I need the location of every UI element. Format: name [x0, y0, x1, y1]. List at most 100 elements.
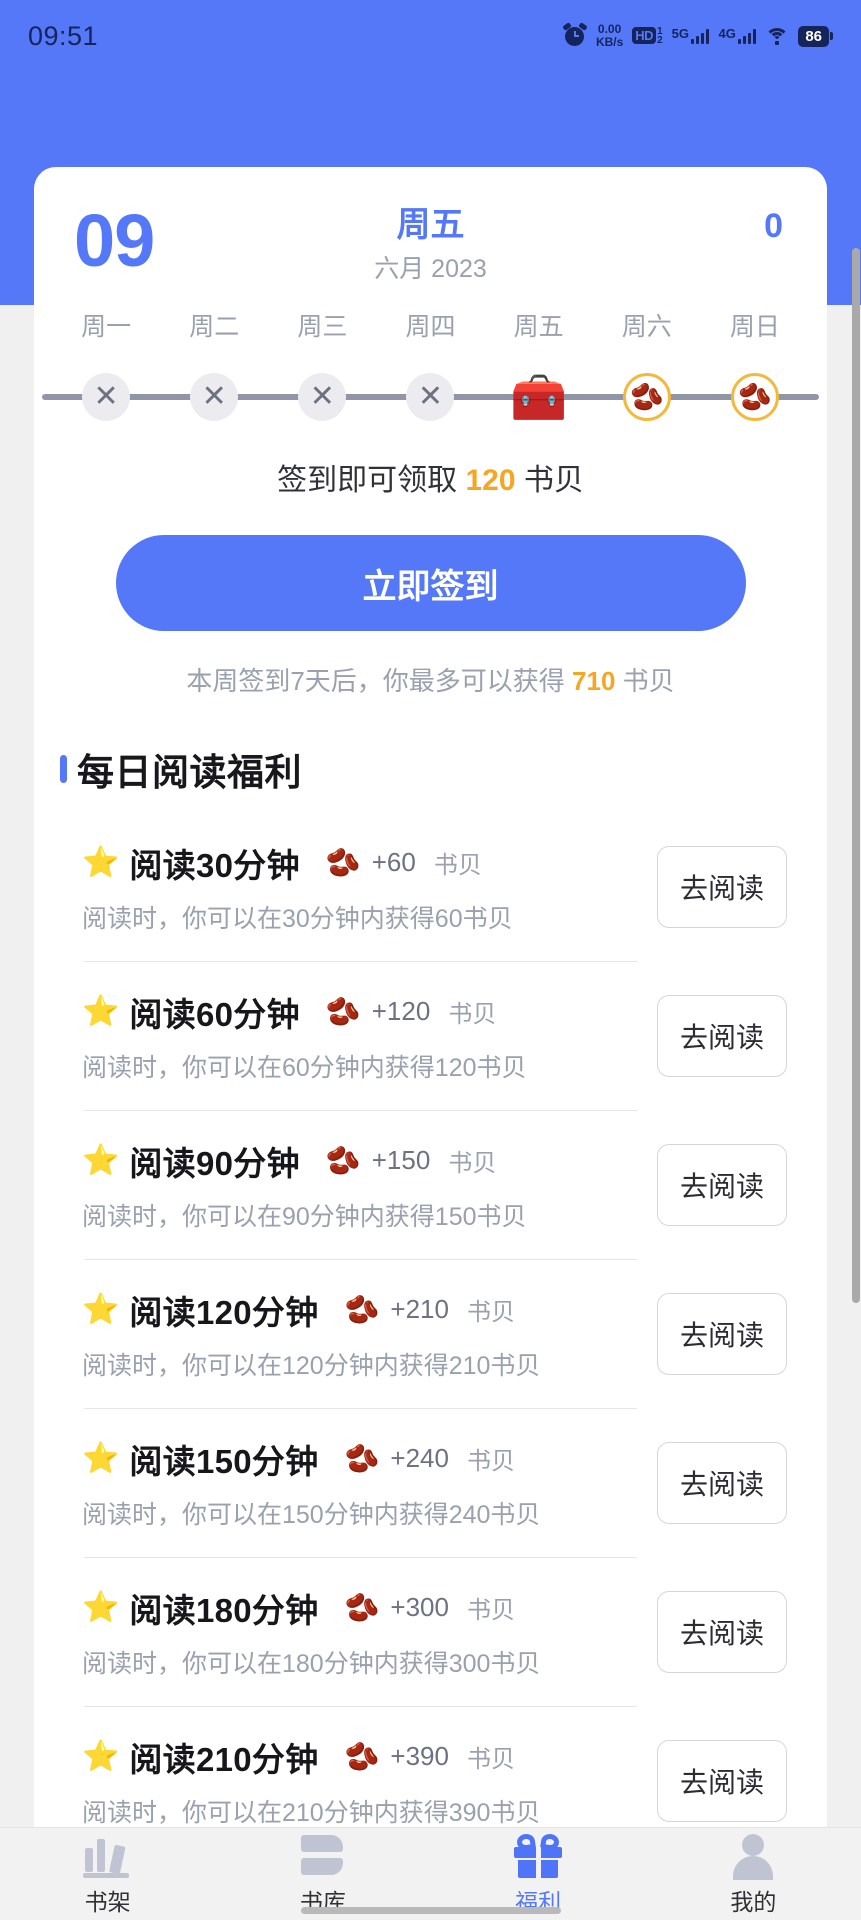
week-label-sun: 周日	[729, 313, 780, 341]
go-read-button[interactable]: 去阅读	[657, 1590, 787, 1673]
row-content: ⭐ 阅读30分钟 🫘 +60 书贝 阅读时，你可以在30分钟内获得60书贝	[60, 839, 657, 935]
row-reward-amount: +120	[371, 996, 431, 1026]
row-reward-unit: 书贝	[433, 852, 482, 879]
go-read-button[interactable]: 去阅读	[657, 994, 787, 1077]
row-divider	[84, 1259, 637, 1260]
row-reward-unit: 书贝	[466, 1746, 515, 1773]
go-read-button[interactable]: 去阅读	[657, 1441, 787, 1524]
checkin-date-header: 09 周五 六月 2023 0	[34, 167, 827, 297]
row-description: 阅读时，你可以在30分钟内获得60书贝	[82, 904, 513, 933]
nav-item-bookshelf[interactable]: 书架	[0, 1834, 215, 1917]
bean-coin-icon: 🫘	[730, 373, 779, 421]
star-icon: ⭐	[82, 1292, 120, 1326]
row-title-line: ⭐ 阅读180分钟 🫘 +300 书贝	[82, 1584, 657, 1632]
week-label-tue: 周二	[189, 313, 240, 341]
track-node-tue: ✕	[160, 365, 268, 429]
row-content: ⭐ 阅读120分钟 🫘 +210 书贝 阅读时，你可以在120分钟内获得210书…	[60, 1286, 657, 1382]
month-label: 六月	[374, 255, 425, 283]
gift-icon	[514, 1832, 563, 1878]
weekly-note-amount: 710	[572, 666, 616, 696]
alarm-icon	[562, 22, 588, 48]
daily-reading-section-header: 每日阅读福利	[60, 742, 827, 796]
nav-label-mine: 我的	[730, 1889, 777, 1915]
row-content: ⭐ 阅读210分钟 🫘 +390 书贝 阅读时，你可以在210分钟内获得390书…	[60, 1733, 657, 1828]
library-icon	[297, 1834, 349, 1878]
table-row: ⭐ 阅读180分钟 🫘 +300 书贝 阅读时，你可以在180分钟内获得300书…	[34, 1557, 827, 1706]
row-title: 阅读90分钟	[129, 1144, 300, 1182]
track-nodes: ✕ ✕ ✕ ✕ 🧰 🫘 🫘	[52, 365, 809, 429]
missed-x-icon: ✕	[406, 373, 455, 421]
section-title-text: 每日阅读福利	[77, 752, 302, 793]
go-read-button[interactable]: 去阅读	[657, 845, 787, 928]
star-icon: ⭐	[82, 1441, 120, 1475]
date-middle-block: 周五 六月 2023	[374, 205, 487, 285]
status-bar-icons: 0.00 KB/s HD 1 2 5G 4G 86	[562, 22, 833, 49]
nav-item-welfare[interactable]: 福利	[431, 1832, 646, 1917]
row-title: 阅读210分钟	[129, 1740, 319, 1778]
bean-coin-icon: 🫘	[344, 1740, 380, 1772]
weekly-max-note: 本周签到7天后，你最多可以获得 710 书贝	[34, 661, 827, 698]
row-reward-unit: 书贝	[466, 1597, 515, 1624]
table-row: ⭐ 阅读30分钟 🫘 +60 书贝 阅读时，你可以在30分钟内获得60书贝 去阅…	[34, 812, 827, 961]
star-icon: ⭐	[82, 845, 120, 879]
week-label-thu: 周四	[405, 313, 456, 341]
bean-coin-icon: 🫘	[344, 1591, 380, 1623]
row-reward-amount: +240	[390, 1443, 449, 1473]
row-title: 阅读150分钟	[129, 1442, 319, 1480]
scroll-region[interactable]: 09 周五 六月 2023 0 周一 周二 周三 周四 周五 周六 周日 ✕ ✕…	[0, 72, 861, 1827]
nav-item-library[interactable]: 书库	[215, 1834, 430, 1917]
battery-icon: 86	[798, 25, 833, 47]
track-node-wed: ✕	[268, 365, 376, 429]
sim2-signal-bars	[737, 28, 757, 44]
star-icon: ⭐	[82, 1143, 120, 1177]
row-reward-amount: +390	[390, 1741, 449, 1771]
row-title-line: ⭐ 阅读120分钟 🫘 +210 书贝	[82, 1286, 657, 1334]
missed-x-icon: ✕	[190, 373, 239, 421]
weekly-note-unit: 书贝	[622, 666, 675, 696]
row-divider	[84, 1706, 637, 1707]
nav-item-mine[interactable]: 我的	[646, 1834, 861, 1917]
day-number: 09	[74, 199, 155, 282]
bottom-navigation-bar: 书架 书库 福利 我的	[0, 1827, 861, 1920]
week-label-fri: 周五	[513, 313, 564, 341]
track-node-fri: 🧰	[485, 365, 593, 429]
row-reward-amount: +210	[390, 1294, 449, 1324]
reward-prefix: 签到即可领取	[277, 464, 458, 497]
bean-coin-icon: 🫘	[325, 1144, 361, 1176]
scrollbar-thumb[interactable]	[852, 248, 860, 1303]
row-title-line: ⭐ 阅读150分钟 🫘 +240 书贝	[82, 1435, 657, 1483]
reward-amount: 120	[465, 464, 516, 497]
row-content: ⭐ 阅读60分钟 🫘 +120 书贝 阅读时，你可以在60分钟内获得120书贝	[60, 988, 657, 1084]
hd-badge-label: HD	[632, 27, 657, 44]
missed-x-icon: ✕	[82, 373, 131, 421]
row-reward-unit: 书贝	[448, 1001, 497, 1028]
person-icon	[729, 1834, 777, 1880]
year-label: 2023	[431, 255, 487, 283]
streak-count: 0	[764, 207, 783, 245]
row-description: 阅读时，你可以在210分钟内获得390书贝	[82, 1798, 541, 1827]
row-title: 阅读30分钟	[129, 846, 300, 884]
table-row: ⭐ 阅读60分钟 🫘 +120 书贝 阅读时，你可以在60分钟内获得120书贝 …	[34, 961, 827, 1110]
signal-sim2-icon: 4G	[718, 27, 757, 44]
row-reward-amount: +150	[371, 1145, 431, 1175]
checkin-button[interactable]: 立即签到	[115, 535, 746, 631]
network-speed-unit: KB/s	[595, 35, 624, 49]
track-node-thu: ✕	[376, 365, 484, 429]
row-reward-amount: +60	[371, 847, 416, 877]
go-read-button[interactable]: 去阅读	[657, 1292, 787, 1375]
track-node-sun: 🫘	[701, 365, 809, 429]
table-row: ⭐ 阅读90分钟 🫘 +150 书贝 阅读时，你可以在90分钟内获得150书贝 …	[34, 1110, 827, 1259]
vertical-scrollbar[interactable]	[851, 72, 861, 1827]
battery-percent-label: 86	[798, 25, 829, 47]
go-read-button[interactable]: 去阅读	[657, 1143, 787, 1226]
row-reward-unit: 书贝	[466, 1299, 515, 1326]
table-row: ⭐ 阅读210分钟 🫘 +390 书贝 阅读时，你可以在210分钟内获得390书…	[34, 1706, 827, 1827]
row-title: 阅读180分钟	[129, 1591, 319, 1629]
row-reward-amount: +300	[390, 1592, 449, 1622]
star-icon: ⭐	[82, 994, 120, 1028]
bean-coin-icon: 🫘	[622, 373, 671, 421]
go-read-button[interactable]: 去阅读	[657, 1739, 787, 1822]
reading-reward-list: ⭐ 阅读30分钟 🫘 +60 书贝 阅读时，你可以在30分钟内获得60书贝 去阅…	[34, 812, 827, 1827]
week-label-wed: 周三	[297, 313, 348, 341]
row-divider	[84, 1557, 637, 1558]
